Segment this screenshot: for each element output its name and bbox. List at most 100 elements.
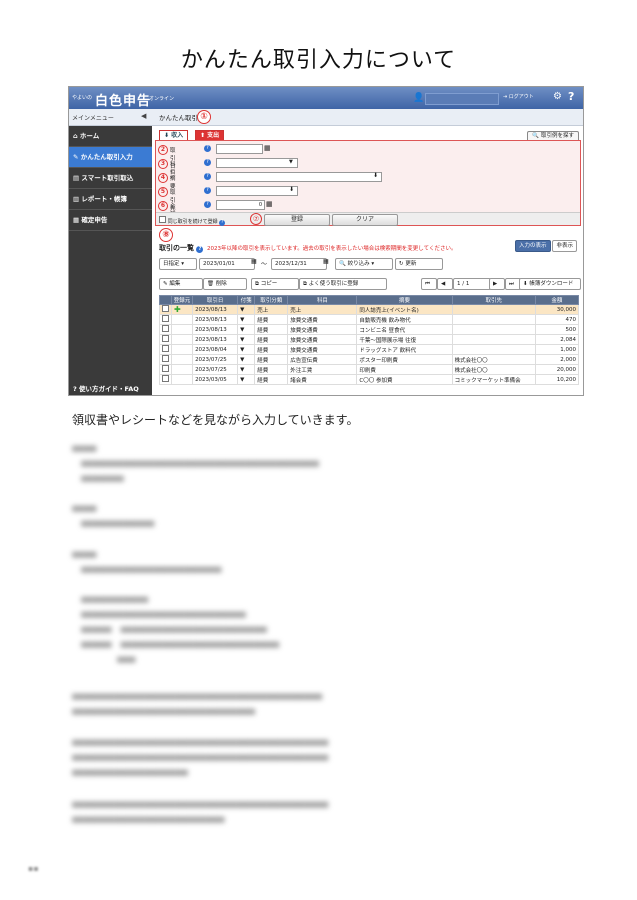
edit-button[interactable]: ✎ 編集	[159, 278, 203, 290]
help-icon[interactable]: ?	[568, 90, 574, 103]
filter-button[interactable]: 🔍 絞り込み ▾	[335, 258, 393, 270]
amount-input[interactable]: 0	[216, 200, 265, 210]
next-page-icon[interactable]: ▶	[489, 278, 505, 290]
calendar-icon[interactable]: ▦	[264, 144, 271, 152]
transactions-table: 登録元 取引日 付箋 取引分類 科目 摘要 取引先 金額 ✚ 2023/08/13…	[158, 295, 580, 385]
sidebar-item-home[interactable]: ⌂ ホーム	[69, 126, 152, 147]
table-cell	[158, 304, 173, 315]
calendar-icon[interactable]: ▦	[251, 258, 257, 265]
column-header	[158, 295, 173, 305]
clear-button[interactable]: クリア	[332, 214, 398, 226]
chevron-down-icon[interactable]: ▼	[240, 337, 244, 343]
help-icon[interactable]: ?	[204, 187, 211, 194]
first-page-icon[interactable]: ⏮	[421, 278, 437, 290]
table-cell	[171, 354, 194, 365]
table-row[interactable]: 2023/08/13 ▼ 経費 旅費交通費 自動販売機 飲み物代 470	[158, 314, 580, 325]
view-hide-button[interactable]: 非表示	[552, 240, 577, 252]
calculator-icon[interactable]: ▦	[266, 200, 273, 208]
date-to-input[interactable]: 2023/12/31	[271, 258, 327, 270]
chevron-down-icon[interactable]: ▼	[240, 327, 244, 333]
table-cell: 500	[534, 324, 580, 335]
sidebar-item-smart-import[interactable]: ▤ スマート取引取込	[69, 168, 152, 189]
table-cell: ▼	[237, 354, 256, 365]
pencil-icon: ✎	[163, 281, 168, 287]
register-button[interactable]: 登録	[264, 214, 330, 226]
table-row[interactable]: 2023/08/13 ▼ 経費 旅費交通費 千葉〜国際展示場 往復 2,084	[158, 334, 580, 345]
help-icon[interactable]: ?	[204, 145, 211, 152]
chevron-down-icon[interactable]: ▼	[240, 317, 244, 323]
date-from-input[interactable]: 2023/01/01	[199, 258, 255, 270]
favorite-button[interactable]: ⧉ よく使う取引に登録	[299, 278, 387, 290]
row-checkbox[interactable]	[162, 375, 169, 382]
table-row[interactable]: 2023/07/25 ▼ 経費 広告宣伝費 ポスター印刷費 株式会社〇〇 2,000	[158, 354, 580, 365]
sidebar-item-reports[interactable]: ▥ レポート・帳簿	[69, 189, 152, 210]
partner-input[interactable]	[216, 186, 298, 196]
row-checkbox[interactable]	[162, 365, 169, 372]
tab-income-label: 収入	[171, 132, 184, 139]
chevron-down-icon[interactable]: ▼	[240, 367, 244, 373]
row-checkbox[interactable]	[162, 315, 169, 322]
chevron-down-icon[interactable]: ▼	[240, 357, 244, 363]
settings-icon[interactable]: ⚙	[553, 91, 562, 102]
refresh-button[interactable]: ↻ 更新	[395, 258, 443, 270]
table-cell: 広告宣伝費	[287, 354, 358, 365]
table-cell: ▼	[237, 374, 256, 385]
view-input-button[interactable]: 入力の表示	[515, 240, 551, 252]
add-icon[interactable]: ✚	[174, 305, 181, 314]
download-button[interactable]: ⬇ 帳簿ダウンロード	[519, 278, 581, 290]
checkbox[interactable]	[159, 216, 166, 223]
account-select[interactable]	[216, 158, 298, 168]
table-row[interactable]: 2023/08/04 ▼ 経費 旅費交通費 ドラッグストア 飲料代 1,000	[158, 344, 580, 355]
row-checkbox[interactable]	[162, 345, 169, 352]
row-checkbox[interactable]	[162, 325, 169, 332]
sidebar-item-easy-entry[interactable]: ✎ かんたん取引入力	[69, 147, 152, 168]
period-notice: 2023年以降の取引を表示しています。過去の取引を表示したい場合は検索期間を変更…	[207, 246, 457, 252]
collapse-sidebar-icon[interactable]: ◀	[141, 112, 146, 120]
calendar-icon[interactable]: ▦	[323, 258, 329, 265]
dropdown-arrow-icon[interactable]: ⬇	[289, 186, 294, 193]
table-cell	[171, 374, 194, 385]
table-row[interactable]: 2023/03/05 ▼ 経費 諸会費 C〇〇 参加費 コミックマーケット準備会 10,20…	[158, 374, 580, 385]
pencil-icon: ✎	[73, 153, 81, 161]
prev-page-icon[interactable]: ◀	[437, 278, 453, 290]
chevron-down-icon[interactable]: ▼	[240, 347, 244, 353]
table-cell: 売上	[254, 304, 289, 315]
table-cell: 2023/08/13	[192, 304, 239, 315]
table-row[interactable]: 2023/08/13 ▼ 経費 旅費交通費 コンビニ名 昼食代 500	[158, 324, 580, 335]
table-row[interactable]: ✚ 2023/08/13 ▼ 売上 売上 同人誌売上(イベント名) 30,000	[158, 304, 580, 315]
table-cell: 旅費交通費	[287, 344, 358, 355]
sidebar-item-label: 確定申告	[81, 216, 108, 224]
help-icon[interactable]: ?	[204, 159, 211, 166]
download-icon: ⬇	[523, 281, 528, 287]
copy-button[interactable]: ⧉ コピー	[251, 278, 299, 290]
date-input[interactable]	[216, 144, 263, 154]
table-cell: 2,084	[534, 334, 580, 345]
sidebar-help-link[interactable]: ? 使い方ガイド・FAQ	[73, 383, 139, 393]
date-mode-select[interactable]: 日指定 ▾	[159, 258, 197, 270]
help-icon[interactable]: ?	[219, 220, 226, 226]
memo-input[interactable]	[216, 172, 382, 182]
help-icon[interactable]: ?	[204, 201, 211, 208]
column-header: 取引日	[192, 295, 239, 305]
table-cell: ▼	[237, 364, 256, 375]
tab-expense-label: 支出	[207, 132, 220, 139]
sidebar-item-tax-return[interactable]: ▦ 確定申告	[69, 210, 152, 231]
trash-icon: 🗑	[207, 281, 214, 287]
table-row[interactable]: 2023/07/25 ▼ 経費 外注工賃 印刷費 株式会社〇〇 20,000	[158, 364, 580, 375]
column-header: 取引分類	[254, 295, 289, 305]
row-checkbox[interactable]	[162, 355, 169, 362]
chevron-down-icon[interactable]: ▼	[240, 377, 244, 383]
repeat-checkbox[interactable]: 同じ取引を続けて登録 ?	[159, 216, 226, 226]
delete-button[interactable]: 🗑 削除	[203, 278, 247, 290]
help-icon[interactable]: ?	[204, 173, 211, 180]
help-icon[interactable]: ?	[196, 246, 204, 253]
row-checkbox[interactable]	[162, 335, 169, 342]
logout-link[interactable]: ⇥ ログアウト	[503, 93, 534, 100]
search-example-label: 取引例を探す	[540, 133, 574, 139]
chevron-down-icon[interactable]: ▼	[240, 307, 244, 313]
table-cell: 株式会社〇〇	[451, 364, 536, 375]
main-content: ⬇ 収入 ⬆ 支出 🔍 取引例を探す 2 取引日 * ? ▦ 3 科目 * ? …	[155, 128, 581, 393]
page-indicator[interactable]: 1 / 1	[453, 278, 491, 290]
row-checkbox[interactable]	[162, 305, 169, 312]
dropdown-arrow-icon[interactable]: ⬇	[373, 172, 378, 179]
